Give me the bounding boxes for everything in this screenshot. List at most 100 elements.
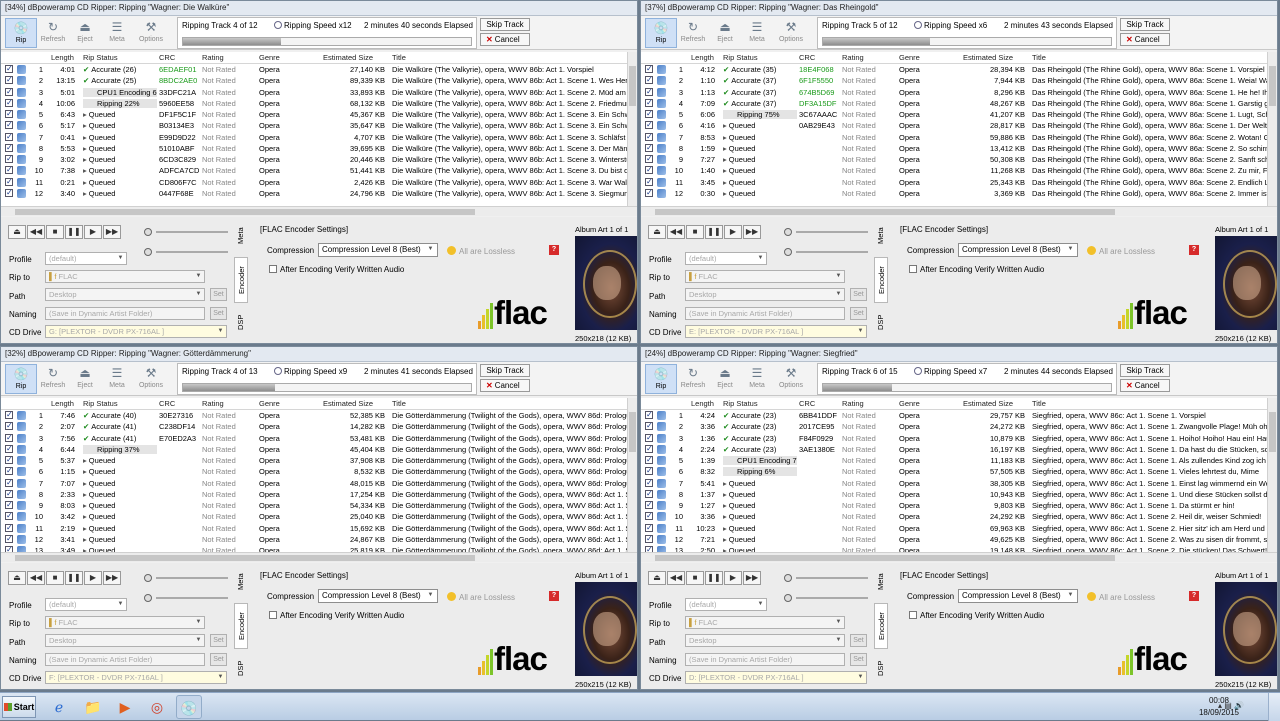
track-checkbox[interactable]	[645, 65, 653, 73]
volume-slider[interactable]	[144, 574, 230, 582]
forward-button[interactable]: ▶▶	[743, 225, 761, 239]
track-checkbox[interactable]	[645, 188, 653, 197]
track-checkbox[interactable]	[645, 501, 653, 509]
eject-small-button[interactable]: ⏏	[648, 571, 666, 585]
track-rating[interactable]: Not Rated	[842, 65, 892, 74]
dbpoweramp-taskbar-icon[interactable]: 💿	[176, 695, 202, 719]
track-row[interactable]: 2 1:10 Accurate (37)6F1F5550 Not Rated Opera…	[641, 75, 1277, 86]
track-rating[interactable]: Not Rated	[202, 178, 252, 187]
verify-checkbox[interactable]: After Encoding Verify Written Audio	[909, 265, 1044, 274]
track-checkbox[interactable]	[645, 87, 653, 96]
track-row[interactable]: 7 7:07 Queued Not Rated Opera 48,015 KB Die Gö…	[1, 478, 637, 489]
cancel-button[interactable]: ✕ Cancel	[1120, 33, 1170, 46]
track-row[interactable]: 3 1:36 Accurate (23)F84F0929 Not Rated Opera…	[641, 433, 1277, 444]
meta-button[interactable]: ☰ Meta	[101, 18, 133, 48]
naming-field[interactable]: (Save in Dynamic Artist Folder)	[685, 653, 845, 666]
play-button[interactable]: ▶	[84, 571, 102, 585]
track-rating[interactable]: Not Rated	[202, 133, 252, 142]
track-row[interactable]: 5 5:37 Queued Not Rated Opera 37,908 KB Die Gö…	[1, 455, 637, 466]
help-icon[interactable]: ?	[549, 245, 559, 255]
forward-button[interactable]: ▶▶	[743, 571, 761, 585]
col-estimated-size[interactable]: Estimated Size	[963, 53, 1013, 62]
cd-drive-select[interactable]: D: [PLEXTOR - DVDR PX-716AL ] ▼	[685, 671, 867, 684]
forward-button[interactable]: ▶▶	[103, 225, 121, 239]
track-rating[interactable]: Not Rated	[202, 434, 252, 443]
track-rating[interactable]: Not Rated	[842, 88, 892, 97]
track-row[interactable]: 3 7:56 Accurate (41)E70ED2A3 Not Rated Opera…	[1, 433, 637, 444]
options-button[interactable]: ⚒ Options	[135, 364, 167, 394]
path-field[interactable]: Desktop ▼	[685, 288, 845, 301]
play-button[interactable]: ▶	[724, 225, 742, 239]
track-checkbox[interactable]	[645, 467, 653, 476]
eject-small-button[interactable]: ⏏	[8, 571, 26, 585]
skip-track-button[interactable]: Skip Track	[480, 364, 530, 377]
track-checkbox[interactable]	[645, 411, 653, 419]
meta-button[interactable]: ☰ Meta	[741, 364, 773, 394]
volume-slider[interactable]	[784, 574, 870, 582]
cancel-button[interactable]: ✕ Cancel	[480, 379, 530, 392]
track-row[interactable]: 8 1:59 Queued Not Rated Opera 13,412 KB Das Rh…	[641, 143, 1277, 154]
track-checkbox[interactable]	[5, 422, 13, 431]
track-checkbox[interactable]	[5, 166, 13, 175]
track-checkbox[interactable]	[645, 98, 653, 107]
track-checkbox[interactable]	[645, 143, 653, 152]
media-player-icon[interactable]: ▶	[112, 695, 138, 719]
track-row[interactable]: 133:49QueuedNot RatedOpera25,819 KBDie G…	[1, 545, 637, 552]
compression-select[interactable]: Compression Level 8 (Best) ▼	[318, 243, 438, 257]
track-rating[interactable]: Not Rated	[842, 144, 892, 153]
path-set-button[interactable]: Set	[210, 288, 227, 301]
path-field[interactable]: Desktop ▼	[45, 634, 205, 647]
tab-dsp[interactable]: DSP	[874, 657, 888, 679]
col-rating[interactable]: Rating	[842, 53, 864, 62]
track-rating[interactable]: Not Rated	[202, 479, 252, 488]
track-rating[interactable]: Not Rated	[842, 133, 892, 142]
eject-button[interactable]: ⏏ Eject	[69, 18, 101, 48]
track-row[interactable]: 1 4:01 Accurate (26)6EDAEF01 Not Rated Opera…	[1, 64, 637, 75]
track-row[interactable]: 11 0:21 QueuedCD806F7C Not Rated Opera 2,426 …	[1, 177, 637, 188]
tab-meta[interactable]: Meta	[874, 569, 888, 595]
eject-small-button[interactable]: ⏏	[648, 225, 666, 239]
track-row[interactable]: 132:50QueuedNot RatedOpera19,148 KBSiegf…	[641, 545, 1277, 552]
track-row[interactable]: 5 6:06 Ripping 75%3C67AAAC Not Rated Opera 41…	[641, 109, 1277, 120]
meta-button[interactable]: ☰ Meta	[101, 364, 133, 394]
help-icon[interactable]: ?	[1189, 591, 1199, 601]
naming-set-button[interactable]: Set	[850, 307, 867, 320]
naming-field[interactable]: (Save in Dynamic Artist Folder)	[45, 653, 205, 666]
track-checkbox[interactable]	[5, 188, 13, 197]
track-row[interactable]: 5 1:39 CPU1 Encoding 72% Not Rated Opera 11,1…	[641, 455, 1277, 466]
options-button[interactable]: ⚒ Options	[135, 18, 167, 48]
rewind-button[interactable]: ◀◀	[27, 571, 45, 585]
track-rating[interactable]: Not Rated	[202, 535, 252, 544]
tab-dsp[interactable]: DSP	[234, 657, 248, 679]
track-rating[interactable]: Not Rated	[842, 411, 892, 420]
track-rating[interactable]: Not Rated	[842, 110, 892, 119]
track-rating[interactable]: Not Rated	[842, 166, 892, 175]
rewind-button[interactable]: ◀◀	[27, 225, 45, 239]
track-row[interactable]: 1 7:46 Accurate (40)30E27316 Not Rated Opera…	[1, 410, 637, 421]
options-button[interactable]: ⚒ Options	[775, 364, 807, 394]
track-checkbox[interactable]	[5, 121, 13, 130]
seek-knob[interactable]	[144, 594, 152, 602]
col-crc[interactable]: CRC	[159, 53, 175, 62]
track-checkbox[interactable]	[5, 433, 13, 442]
seek-knob[interactable]	[784, 594, 792, 602]
track-checkbox[interactable]	[5, 411, 13, 419]
track-row[interactable]: 2 13:15 Accurate (25)8BDC2AE0 Not Rated Oper…	[1, 75, 637, 86]
col-title[interactable]: Title	[392, 399, 406, 408]
col-rip-status[interactable]: Rip Status	[83, 399, 118, 408]
track-rating[interactable]: Not Rated	[202, 456, 252, 465]
track-row[interactable]: 4 10:06 Ripping 22%5960EE58 Not Rated Opera 6…	[1, 98, 637, 109]
rip-to-select[interactable]: ▌f FLAC ▼	[685, 616, 845, 629]
tab-dsp[interactable]: DSP	[874, 311, 888, 333]
track-row[interactable]: 1 4:24 Accurate (23)6BB41DDF Not Rated Opera…	[641, 410, 1277, 421]
seek-slider[interactable]	[784, 594, 870, 602]
eject-button[interactable]: ⏏ Eject	[709, 364, 741, 394]
track-list-vscroll[interactable]	[1267, 398, 1277, 552]
path-field[interactable]: Desktop ▼	[45, 288, 205, 301]
col-rip-status[interactable]: Rip Status	[723, 399, 758, 408]
col-estimated-size[interactable]: Estimated Size	[323, 53, 373, 62]
pause-button[interactable]: ❚❚	[705, 571, 723, 585]
track-checkbox[interactable]	[5, 143, 13, 152]
compression-select[interactable]: Compression Level 8 (Best) ▼	[958, 589, 1078, 603]
rip-button[interactable]: 💿 Rip	[645, 18, 677, 48]
